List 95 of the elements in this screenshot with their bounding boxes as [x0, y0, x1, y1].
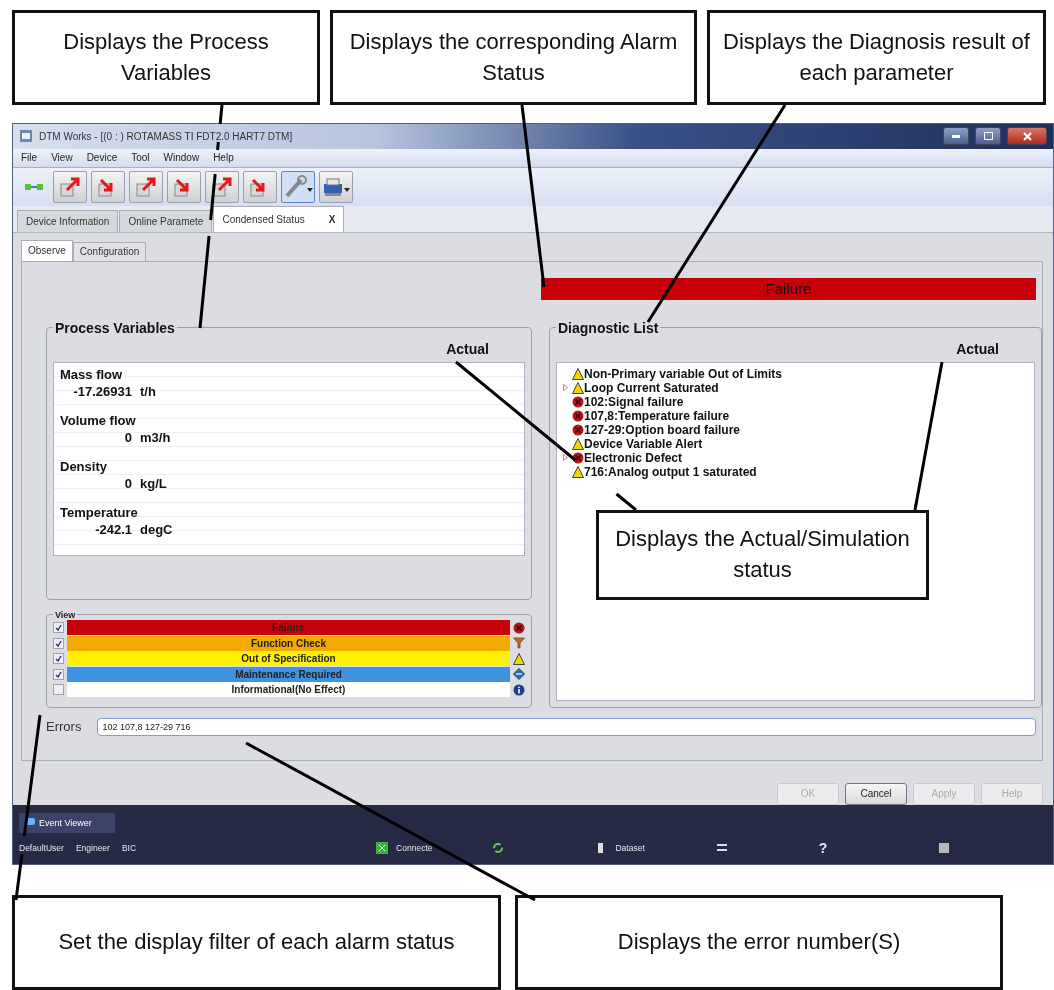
diagnostic-item[interactable]: Device Variable Alert [584, 436, 703, 451]
group-title: Process Variables [54, 319, 176, 336]
filter-checkbox[interactable] [53, 684, 64, 696]
variable-name: Temperature [60, 504, 139, 520]
filter-checkbox[interactable] [53, 668, 64, 680]
menu-item[interactable]: File [21, 152, 38, 164]
file-icon [598, 842, 604, 853]
lines-icon [716, 844, 727, 852]
info-icon [513, 683, 525, 696]
square-icon [939, 842, 950, 853]
error-icon [572, 409, 584, 422]
view-tab[interactable]: Configuration [72, 241, 147, 261]
diagnostic-item[interactable]: 127-29:Option board failure [584, 422, 741, 437]
window-title: DTM Works - [(0 : ) ROTAMASS TI FDT2.0 HART7 DTM] [39, 130, 294, 142]
menu-item[interactable]: Help [213, 152, 234, 164]
variable-value: -242.1 [94, 521, 132, 537]
menu-item[interactable]: Device [86, 152, 118, 164]
error-icon [572, 423, 584, 436]
error-icon [513, 621, 525, 634]
help-status: ? [818, 839, 828, 856]
variable-name: Volume flow [60, 412, 137, 428]
warning-icon [572, 367, 584, 380]
status-color-bar: Failure [67, 620, 510, 636]
group-title: Diagnostic List [557, 319, 660, 336]
callout-box: Set the display filter of each alarm status [12, 895, 501, 990]
variable-unit: m3/h [140, 429, 171, 445]
dataset-status: Dataset [615, 842, 645, 853]
variable-unit: t/h [140, 383, 156, 399]
document-tab[interactable]: Device Information [17, 209, 119, 232]
filter-checkbox[interactable] [53, 653, 64, 665]
warning-icon [572, 381, 584, 394]
error-icon [572, 395, 584, 408]
callout-box: Displays the Process Variables [12, 10, 320, 105]
alarm-status-bar: Failure [541, 277, 1036, 300]
warning-icon [572, 437, 584, 450]
status-site: BIC [121, 842, 137, 853]
callout-box: Displays the error number(S) [515, 895, 1003, 990]
maximize-icon [983, 132, 993, 141]
status-color-bar: Maintenance Required [67, 666, 510, 682]
wrench-icon [283, 173, 313, 200]
errors-label: Errors [46, 719, 82, 735]
menu-item[interactable]: View [51, 152, 73, 164]
view-tab[interactable]: Observe [21, 239, 73, 261]
diagnostic-item[interactable]: Non-Primary variable Out of Limits [584, 366, 783, 381]
column-header: Actual [956, 340, 999, 357]
status-color-bar: Out of Specification [67, 651, 510, 667]
variable-value: 0 [123, 475, 132, 491]
maximize-button[interactable] [975, 127, 1001, 146]
menu-item[interactable]: Tool [131, 152, 150, 164]
funnel-icon [513, 637, 525, 650]
close-button[interactable] [1007, 127, 1047, 146]
errors-field[interactable]: 102 107,8 127-29 716 [97, 717, 1036, 736]
minimize-button[interactable] [943, 127, 969, 146]
diagnostic-item[interactable]: 107,8:Temperature failure [584, 408, 730, 423]
column-header: Actual [446, 340, 489, 357]
filter-checkbox[interactable] [53, 637, 64, 649]
status-color-bar: Informational(No Effect) [67, 682, 510, 698]
variable-name: Density [60, 458, 108, 474]
error-icon [572, 451, 584, 464]
expand-arrow-icon[interactable] [563, 454, 568, 462]
minimize-icon [952, 134, 960, 138]
callout-box: Displays the corresponding Alarm Status [330, 10, 697, 105]
toolbar-button[interactable] [205, 170, 239, 203]
variable-unit: degC [140, 521, 173, 537]
warning-icon [572, 465, 584, 478]
diagnostic-item[interactable]: Loop Current Saturated [584, 380, 719, 395]
menu-item[interactable]: Window [163, 152, 200, 164]
connection-status: Connecte [396, 842, 433, 853]
variable-value: 0 [123, 429, 132, 445]
callout-box: Displays the Diagnosis result of each parameter [707, 10, 1046, 105]
connection-icon [25, 183, 43, 190]
document-tab[interactable]: Condensed Status X [213, 205, 345, 232]
document-tab[interactable]: Online Paramete [119, 209, 213, 232]
diagnostic-item[interactable]: 716:Analog output 1 saturated [584, 464, 757, 479]
monitor-icon [25, 818, 35, 828]
refresh-icon [492, 841, 505, 854]
warning-icon [513, 652, 525, 665]
diagnostic-item[interactable]: 102:Signal failure [584, 394, 684, 409]
dialog-button[interactable]: Cancel [845, 782, 907, 805]
callout-box: Displays the Actual/Simulation status [596, 510, 929, 600]
status-color-bar: Function Check [67, 635, 510, 651]
variable-value: -17.26931 [72, 383, 132, 399]
status-user: DefaultUser [19, 842, 64, 853]
group-title: View [54, 609, 77, 620]
filter-checkbox[interactable] [53, 622, 64, 634]
connected-icon [376, 841, 389, 854]
variable-unit: kg/L [140, 475, 167, 491]
status-role: Engineer [75, 842, 110, 853]
app-icon [19, 129, 33, 144]
diagnostic-item[interactable]: Electronic Defect [584, 450, 683, 465]
diamond-icon [513, 668, 525, 681]
variable-name: Mass flow [60, 366, 124, 382]
event-viewer-tab[interactable]: Event Viewer [19, 812, 115, 833]
close-icon [1022, 131, 1032, 141]
tab-close-button[interactable]: X [328, 213, 336, 225]
